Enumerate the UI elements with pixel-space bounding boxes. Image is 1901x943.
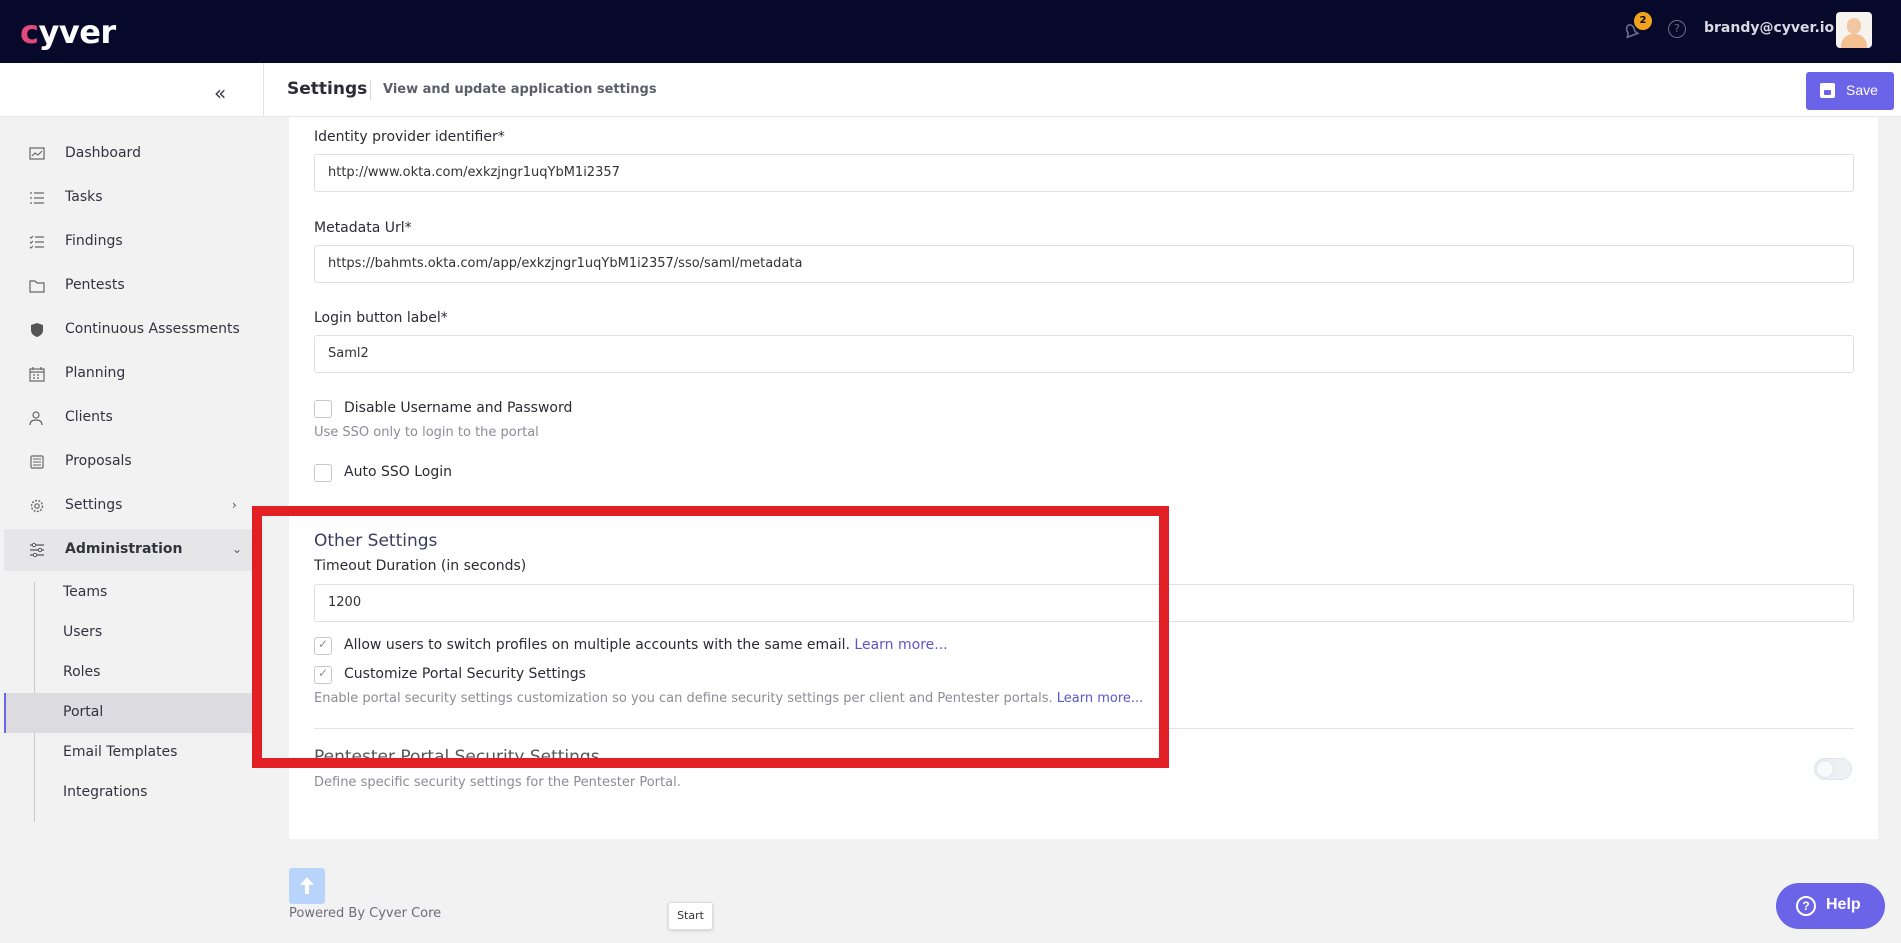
checklist-icon bbox=[29, 235, 44, 249]
stack-icon bbox=[30, 455, 44, 469]
metadata-url-input[interactable]: https://bahmts.okta.com/app/exkzjngr1uqY… bbox=[314, 245, 1854, 283]
chevron-down-icon: ⌄ bbox=[232, 542, 243, 556]
highlight-box bbox=[252, 506, 1169, 768]
sidebar-item-label: Findings bbox=[65, 233, 123, 249]
sidebar-item-label: Dashboard bbox=[65, 145, 141, 161]
sidebar-item-clients[interactable]: Clients bbox=[0, 397, 252, 439]
collapse-sidebar-icon[interactable]: « bbox=[214, 81, 226, 105]
disable-userpass-checkbox[interactable] bbox=[314, 400, 332, 418]
sidebar-item-label: Planning bbox=[65, 365, 126, 381]
login-button-input[interactable]: Saml2 bbox=[314, 335, 1854, 373]
chart-icon bbox=[29, 147, 45, 160]
help-icon[interactable]: ? bbox=[1668, 20, 1686, 38]
sidebar-item-settings[interactable]: Settings › bbox=[0, 485, 252, 527]
metadata-url-label: Metadata Url* bbox=[314, 220, 412, 236]
sidebar-item-administration[interactable]: Administration ⌄ bbox=[4, 529, 252, 571]
pentester-portal-toggle[interactable] bbox=[1814, 758, 1852, 780]
idp-input[interactable]: http://www.okta.com/exkzjngr1uqYbM1i2357 bbox=[314, 154, 1854, 192]
sidebar-subitem-integrations[interactable]: Integrations bbox=[4, 773, 252, 813]
page-title: Settings bbox=[287, 79, 368, 99]
sidebar-item-label: Pentests bbox=[65, 277, 125, 293]
sidebar-item-label: Settings bbox=[65, 497, 123, 513]
sidebar-item-planning[interactable]: Planning bbox=[0, 353, 252, 395]
sidebar-item-findings[interactable]: Findings bbox=[0, 221, 252, 263]
sidebar-item-tasks[interactable]: Tasks bbox=[0, 177, 252, 219]
login-button-label: Login button label* bbox=[314, 310, 448, 326]
sidebar-item-label: Clients bbox=[65, 409, 113, 425]
chevron-right-icon: › bbox=[232, 498, 237, 512]
start-tooltip: Start bbox=[668, 902, 713, 930]
cyver-logo[interactable]: cyver bbox=[20, 13, 116, 51]
scroll-to-top-button[interactable] bbox=[289, 868, 325, 904]
sidebar-subitem-roles[interactable]: Roles bbox=[4, 653, 252, 693]
sidebar-subitem-email-templates[interactable]: Email Templates bbox=[4, 733, 252, 773]
powered-by-text: Powered By Cyver Core bbox=[289, 906, 442, 921]
calendar-icon bbox=[29, 367, 45, 382]
sidebar-item-dashboard[interactable]: Dashboard bbox=[0, 133, 252, 175]
auto-sso-checkbox[interactable] bbox=[314, 464, 332, 482]
auto-sso-label: Auto SSO Login bbox=[344, 464, 452, 480]
disable-userpass-help: Use SSO only to login to the portal bbox=[314, 425, 539, 440]
sidebar-item-proposals[interactable]: Proposals bbox=[0, 441, 252, 483]
page-subtitle: View and update application settings bbox=[383, 82, 657, 97]
question-icon: ? bbox=[1796, 896, 1816, 916]
shield-icon bbox=[31, 323, 43, 337]
save-button-label: Save bbox=[1846, 82, 1878, 98]
gear-icon bbox=[30, 499, 44, 513]
notification-badge: 2 bbox=[1634, 12, 1652, 30]
idp-label: Identity provider identifier* bbox=[314, 129, 505, 145]
list-icon bbox=[30, 192, 44, 204]
folder-icon bbox=[29, 280, 45, 293]
top-bar: cyver 2 ? brandy@cyver.io bbox=[0, 0, 1901, 63]
avatar[interactable] bbox=[1836, 12, 1872, 48]
sidebar-item-continuous-assessments[interactable]: Continuous Assessments bbox=[0, 309, 252, 351]
sidebar: Dashboard Tasks Findings Pentests Contin… bbox=[0, 117, 252, 943]
sidebar-subitem-portal[interactable]: Portal bbox=[4, 693, 252, 733]
sidebar-item-label: Tasks bbox=[65, 189, 103, 205]
sidebar-subitem-users[interactable]: Users bbox=[4, 613, 252, 653]
page-header: « Settings View and update application s… bbox=[0, 63, 1901, 117]
help-button-label: Help bbox=[1826, 896, 1861, 913]
disable-userpass-label: Disable Username and Password bbox=[344, 400, 573, 416]
sidebar-subitem-teams[interactable]: Teams bbox=[4, 573, 252, 613]
pentester-portal-help: Define specific security settings for th… bbox=[314, 775, 681, 790]
sidebar-item-label: Administration bbox=[65, 541, 183, 557]
save-button[interactable]: Save bbox=[1806, 72, 1894, 110]
sidebar-item-label: Proposals bbox=[65, 453, 132, 469]
users-icon bbox=[29, 411, 43, 426]
sidebar-item-label: Continuous Assessments bbox=[65, 321, 240, 337]
sliders-icon bbox=[30, 542, 44, 558]
floppy-icon bbox=[1820, 83, 1835, 98]
help-button[interactable]: ? Help bbox=[1776, 883, 1885, 929]
user-email[interactable]: brandy@cyver.io bbox=[1704, 20, 1834, 36]
sidebar-item-pentests[interactable]: Pentests bbox=[0, 265, 252, 307]
